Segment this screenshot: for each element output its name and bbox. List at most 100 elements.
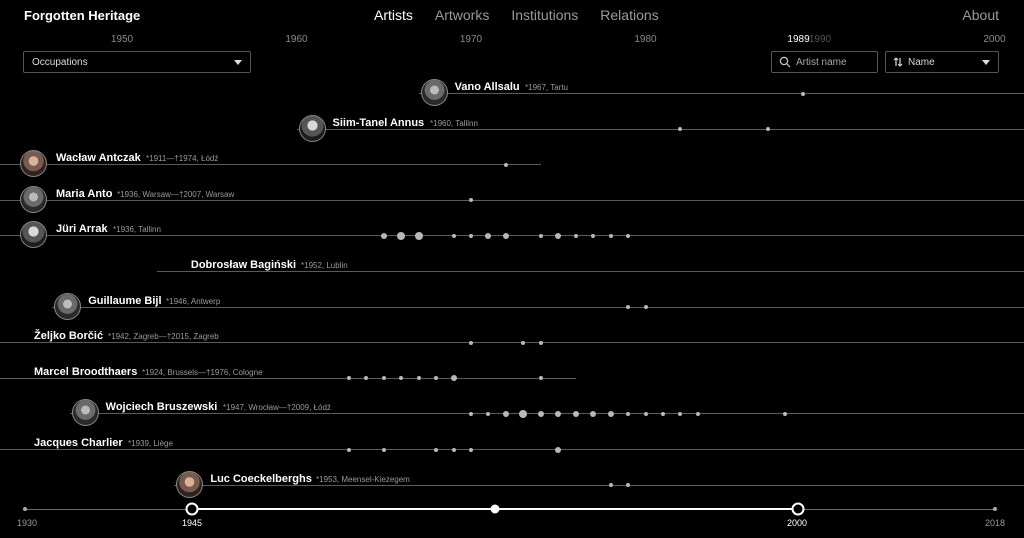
brand-title[interactable]: Forgotten Heritage (24, 8, 140, 23)
artwork-dot[interactable] (416, 376, 421, 381)
nav-relations[interactable]: Relations (600, 7, 658, 23)
artist-name[interactable]: Željko Borčić (34, 330, 103, 342)
artwork-dot[interactable] (485, 232, 492, 239)
artwork-dot[interactable] (537, 410, 544, 417)
artwork-dot[interactable] (643, 411, 648, 416)
artist-name[interactable]: Wacław Antczak (56, 152, 141, 164)
artist-avatar[interactable] (298, 114, 326, 142)
artist-search[interactable] (771, 51, 878, 73)
artwork-dot[interactable] (555, 446, 562, 453)
artist-name[interactable]: Wojciech Bruszewski (106, 401, 218, 413)
artwork-dot[interactable] (590, 410, 597, 417)
range-end-handle[interactable] (791, 502, 805, 516)
artwork-dot[interactable] (591, 233, 596, 238)
nav-about[interactable]: About (962, 7, 999, 23)
range-start-handle[interactable] (185, 502, 199, 516)
artwork-dot[interactable] (765, 127, 770, 132)
range-center-handle[interactable] (490, 504, 500, 514)
artwork-dot[interactable] (503, 162, 508, 167)
artist-row[interactable]: Maria Anto *1936, Warsaw—†2007, Warsaw (0, 179, 1024, 213)
artwork-dot[interactable] (434, 376, 439, 381)
artwork-dot[interactable] (607, 410, 614, 417)
artist-row[interactable]: Marcel Broodthaers *1924, Brussels—†1976,… (0, 357, 1024, 387)
artist-name[interactable]: Dobrosław Bagiński (191, 259, 296, 271)
artist-row[interactable]: Željko Borčić *1942, Zagreb—†2015, Zagreb (0, 321, 1024, 351)
artwork-dot[interactable] (800, 91, 805, 96)
artist-row[interactable]: Vano Allsalu *1967, Tartu (0, 72, 1024, 106)
artwork-dot[interactable] (364, 376, 369, 381)
artwork-dot[interactable] (519, 409, 528, 418)
artwork-dot[interactable] (573, 233, 578, 238)
nav-artists[interactable]: Artists (374, 7, 413, 23)
artist-name[interactable]: Vano Allsalu (455, 81, 520, 93)
artist-name[interactable]: Jüri Arrak (56, 223, 108, 235)
artist-name[interactable]: Luc Coeckelberghs (210, 473, 311, 485)
artwork-dot[interactable] (538, 376, 543, 381)
range-timeline[interactable]: 1930 1945 2000 2018 (0, 500, 1024, 538)
artwork-dot[interactable] (626, 233, 631, 238)
sort-select[interactable]: Name (885, 51, 999, 73)
nav-institutions[interactable]: Institutions (511, 7, 578, 23)
artist-name[interactable]: Jacques Charlier (34, 437, 123, 449)
artwork-dot[interactable] (555, 410, 562, 417)
artwork-dot[interactable] (643, 305, 648, 310)
artwork-dot[interactable] (469, 198, 473, 203)
artwork-dot[interactable] (538, 340, 543, 345)
artwork-dot[interactable] (381, 376, 386, 381)
artwork-dot[interactable] (380, 232, 387, 239)
artwork-dot[interactable] (660, 411, 665, 416)
artwork-dot[interactable] (451, 233, 456, 238)
artist-row[interactable]: Jüri Arrak *1936, Tallinn (0, 214, 1024, 249)
artist-avatar[interactable] (420, 79, 448, 106)
artist-name[interactable]: Marcel Broodthaers (34, 366, 137, 378)
artist-row[interactable]: Luc Coeckelberghs *1953, Meensel-Kiezegem (0, 464, 1024, 498)
artwork-dot[interactable] (399, 376, 404, 381)
artwork-dot[interactable] (381, 447, 386, 452)
artwork-dot[interactable] (695, 411, 700, 416)
artwork-dot[interactable] (608, 233, 613, 238)
artwork-dot[interactable] (626, 411, 631, 416)
artwork-dot[interactable] (469, 340, 473, 345)
occupations-select[interactable]: Occupations (23, 51, 251, 73)
artist-row[interactable]: Wacław Antczak *1911—†1974, Łódź (0, 143, 1024, 178)
artist-avatar[interactable] (20, 150, 47, 178)
artwork-dot[interactable] (626, 305, 631, 310)
artist-row[interactable]: Dobrosław Bagiński *1952, Lublin (0, 250, 1024, 280)
artist-avatar[interactable] (20, 185, 47, 213)
artist-name[interactable]: Guillaume Bijl (88, 295, 161, 307)
artwork-dot[interactable] (434, 447, 439, 452)
artwork-dot[interactable] (678, 411, 683, 416)
artwork-dot[interactable] (783, 411, 788, 416)
artwork-dot[interactable] (572, 410, 579, 417)
artwork-dot[interactable] (397, 231, 406, 240)
artist-name[interactable]: Siim-Tanel Annus (333, 117, 425, 129)
artist-avatar[interactable] (71, 399, 99, 427)
artwork-dot[interactable] (608, 483, 613, 488)
artist-avatar[interactable] (54, 292, 82, 320)
artwork-dot[interactable] (346, 376, 351, 381)
nav-artworks[interactable]: Artworks (435, 7, 489, 23)
artist-name[interactable]: Maria Anto (56, 188, 112, 200)
artist-row[interactable]: Guillaume Bijl *1946, Antwerp (0, 286, 1024, 320)
artwork-dot[interactable] (502, 410, 509, 417)
artwork-dot[interactable] (346, 447, 351, 452)
artwork-dot[interactable] (502, 232, 509, 239)
artwork-dot[interactable] (469, 447, 473, 452)
artwork-dot[interactable] (626, 483, 631, 488)
artwork-dot[interactable] (538, 233, 543, 238)
artwork-dot[interactable] (521, 340, 526, 345)
artwork-dot[interactable] (451, 447, 456, 452)
artwork-dot[interactable] (414, 231, 423, 240)
artist-row[interactable]: Jacques Charlier *1939, Liège (0, 428, 1024, 458)
artist-search-input[interactable] (796, 56, 876, 68)
artist-avatar[interactable] (20, 221, 47, 249)
artwork-dot[interactable] (450, 375, 457, 382)
artwork-dot[interactable] (555, 232, 562, 239)
artwork-dot[interactable] (469, 411, 473, 416)
artist-row[interactable]: Siim-Tanel Annus *1960, Tallinn (0, 108, 1024, 142)
artwork-dot[interactable] (469, 233, 473, 238)
artwork-dot[interactable] (486, 411, 491, 416)
artist-row[interactable]: Wojciech Bruszewski *1947, Wrocław—†2009,… (0, 392, 1024, 427)
artist-avatar[interactable] (176, 470, 204, 498)
artwork-dot[interactable] (678, 127, 683, 132)
